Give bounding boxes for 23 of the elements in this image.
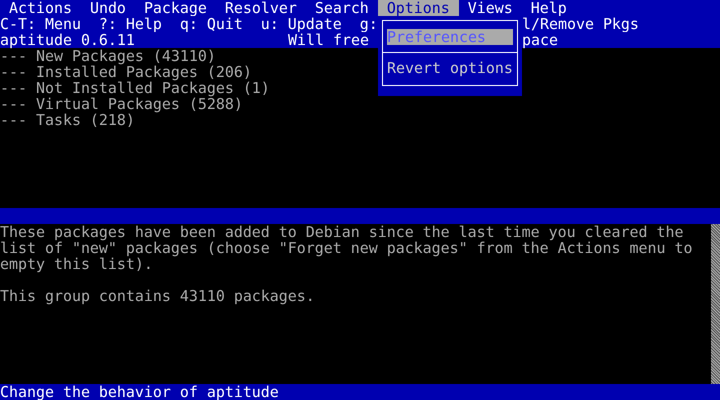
menu-item[interactable]: Undo bbox=[80, 0, 135, 16]
menu-item[interactable]: Options bbox=[378, 0, 459, 16]
tree-item[interactable]: --- Tasks (218) bbox=[0, 112, 135, 128]
header-text: Will free bbox=[288, 31, 369, 49]
header-text: pace bbox=[522, 32, 558, 48]
description-text: This group contains 43110 packages. bbox=[0, 288, 315, 304]
status-bar: Change the behavior of aptitude bbox=[0, 384, 720, 400]
description-text: These packages have been added to Debian since the last time you cleared the list of "new" packages (choose "Forget new packages" from the Actions menu to empty this list). bbox=[0, 224, 694, 272]
version-label: aptitude 0.6.11 bbox=[0, 32, 135, 48]
key-hints: l/Remove Pkgs bbox=[522, 16, 639, 32]
tree-item[interactable]: --- New Packages (43110) bbox=[0, 48, 216, 64]
tree-item[interactable]: --- Not Installed Packages (1) bbox=[0, 80, 270, 96]
menu-item[interactable]: Views bbox=[458, 0, 522, 16]
menu-item[interactable]: Search bbox=[306, 0, 378, 16]
menu-option[interactable]: Revert options bbox=[387, 60, 513, 76]
tree-item[interactable]: --- Virtual Packages (5288) bbox=[0, 96, 243, 112]
menu-item[interactable]: Resolver bbox=[216, 0, 306, 16]
tree-item[interactable]: --- Installed Packages (206) bbox=[0, 64, 252, 80]
menu-item[interactable]: Actions bbox=[0, 0, 81, 16]
menu-item[interactable]: Help bbox=[522, 0, 576, 16]
scrollbar[interactable] bbox=[711, 224, 720, 384]
menu-item[interactable]: Package bbox=[134, 0, 216, 16]
key-hints: C-T: Menu ?: Help q: Quit u: Update g: bbox=[0, 16, 378, 32]
